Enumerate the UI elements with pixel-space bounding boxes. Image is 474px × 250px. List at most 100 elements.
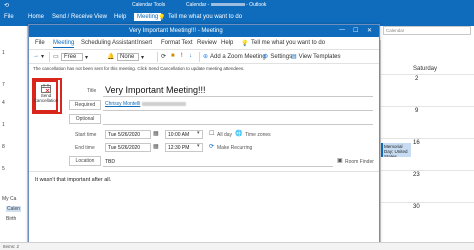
outlook-calendar-pane: Calendar Saturday 2 9 16 23 30 Memorial … <box>380 26 474 250</box>
dropdown-arrow-icon[interactable]: ▾ <box>41 53 44 60</box>
required-attendee[interactable]: Chrissy Montelli <box>105 101 187 107</box>
meeting-tabs: File Meeting Scheduling Assistant Insert… <box>29 37 379 50</box>
all-day-checkbox[interactable]: ☐ <box>209 130 214 137</box>
recurring-icon[interactable]: ⟳ <box>161 53 166 60</box>
toolbar-divider <box>49 52 50 62</box>
lightbulb-icon: 💡 <box>158 15 166 21</box>
day-number[interactable]: 9 <box>415 108 418 114</box>
calendar-picker-icon[interactable]: ▦ <box>153 143 159 150</box>
toolbar-divider <box>199 52 200 62</box>
calendar-tools-label: Calendar Tools <box>132 2 166 8</box>
outlook-status-bar: Items: 2 <box>0 242 474 250</box>
day-number[interactable]: 23 <box>413 172 420 178</box>
close-icon[interactable]: ✕ <box>367 27 372 34</box>
meeting-toolbar: → ▾ ▭ Free ▾ 🔔 None ▾ ⟳ ■ ! ↓ ⊕ Add a Zoom … <box>29 50 379 64</box>
settings-button[interactable]: ⚙ Settings <box>263 53 292 61</box>
subject-input[interactable]: Very Important Meeting!!! <box>105 85 206 95</box>
maximize-icon[interactable]: ☐ <box>353 27 358 34</box>
meeting-window: Very Important Meeting!!! - Meeting — ☐ … <box>28 24 380 250</box>
meeting-titlebar: Very Important Meeting!!! - Meeting — ☐ … <box>29 25 379 37</box>
tab-help[interactable]: Help <box>221 40 233 46</box>
show-as-select[interactable]: Free ▾ <box>61 53 88 61</box>
required-underline <box>103 110 373 111</box>
reminder-select[interactable]: None ▾ <box>117 53 144 61</box>
tab-send-receive[interactable]: Send / Receive <box>52 14 93 20</box>
required-button[interactable]: Required <box>69 100 101 110</box>
tab-format-text[interactable]: Format Text <box>161 40 193 46</box>
end-time-label: End time <box>75 145 95 151</box>
importance-icon[interactable]: ! <box>181 53 183 59</box>
optional-underline[interactable] <box>103 124 373 125</box>
zoom-icon: ⊕ <box>203 54 209 60</box>
room-finder-label[interactable]: Room Finder <box>345 159 374 165</box>
templates-icon: ▤ <box>291 54 297 60</box>
grid-line <box>381 106 474 107</box>
lightbulb-icon: 💡 <box>241 41 249 47</box>
tab-scheduling-assistant[interactable]: Scheduling Assistant <box>81 40 136 46</box>
gear-icon: ⚙ <box>263 54 269 60</box>
tab-insert[interactable]: Insert <box>137 40 152 46</box>
grid-line <box>381 170 474 171</box>
redacted-email <box>142 101 187 106</box>
tab-review[interactable]: Review <box>197 40 217 46</box>
title-label: Title <box>87 88 97 94</box>
tab-file[interactable]: File <box>35 40 45 46</box>
meeting-body-text[interactable]: It wasn't that important after all. <box>35 177 111 183</box>
body-divider <box>29 171 379 172</box>
my-calendars-label[interactable]: My Ca <box>2 196 16 202</box>
day-number[interactable]: 30 <box>413 204 420 210</box>
tab-home[interactable]: Home <box>28 14 44 20</box>
low-importance-icon[interactable]: ↓ <box>189 53 192 59</box>
autosave-icon[interactable]: ⟲ <box>4 2 9 9</box>
mini-cal-number[interactable]: 7 <box>2 82 5 88</box>
red-highlight-box <box>32 78 62 114</box>
optional-button[interactable]: Optional <box>69 114 101 124</box>
mini-cal-number[interactable]: 5 <box>2 166 5 172</box>
memorial-day-event[interactable]: Memorial Day; United States <box>381 143 411 157</box>
subject-underline <box>103 96 373 97</box>
all-day-label: All day <box>217 132 233 138</box>
end-date-field[interactable]: Tue 5/26/2020 <box>105 143 151 152</box>
chevron-down-icon[interactable]: ▾ <box>197 130 200 136</box>
view-templates-button[interactable]: ▤ View Templates <box>291 53 340 61</box>
chevron-down-icon[interactable]: ▾ <box>197 143 200 149</box>
location-button[interactable]: Location <box>69 156 101 166</box>
tab-meeting[interactable]: Meeting <box>53 40 75 48</box>
mini-cal-number[interactable]: 4 <box>2 100 5 106</box>
start-time-label: Start time <box>75 132 97 138</box>
tab-view[interactable]: View <box>94 14 107 20</box>
mini-cal-number[interactable]: 8 <box>2 144 5 150</box>
make-recurring-label[interactable]: Make Recurring <box>217 145 252 151</box>
location-underline <box>103 166 333 167</box>
tab-help[interactable]: Help <box>114 14 126 20</box>
room-finder-icon[interactable]: ▣ <box>337 157 343 164</box>
birthdays-checkbox-label[interactable]: Birth <box>6 216 16 222</box>
meeting-window-title: Very Important Meeting!!! - Meeting <box>129 28 223 34</box>
more-options-icon[interactable]: ··· <box>335 53 341 59</box>
globe-icon[interactable]: 🌐 <box>235 130 242 137</box>
time-zones-label[interactable]: Time zones <box>245 132 271 138</box>
send-arrow-icon[interactable]: → <box>33 53 39 59</box>
outlook-titlebar: ⟲ Calendar Tools Calendar - - Outlook <box>0 0 474 10</box>
day-number[interactable]: 16 <box>413 140 420 146</box>
add-zoom-meeting-button[interactable]: ⊕ Add a Zoom Meeting <box>203 53 266 61</box>
location-input[interactable]: TBD <box>105 159 115 165</box>
calendar-picker-icon[interactable]: ▦ <box>153 130 159 137</box>
calendar-search-box[interactable]: Calendar <box>383 26 471 35</box>
cancellation-info-bar: The cancellation has not been sent for t… <box>29 64 379 73</box>
mini-cal-number[interactable]: 1 <box>2 122 5 128</box>
saturday-header: Saturday <box>413 66 438 72</box>
grid-line <box>381 138 474 139</box>
start-date-field[interactable]: Tue 5/26/2020 <box>105 130 151 139</box>
minimize-icon[interactable]: — <box>339 27 345 33</box>
day-number[interactable]: 2 <box>415 76 418 82</box>
calendar-checkbox-label[interactable]: Calen <box>6 206 22 212</box>
recurring-icon[interactable]: ⟳ <box>209 143 214 150</box>
tab-file[interactable]: File <box>4 14 14 20</box>
toolbar-divider <box>157 52 158 62</box>
mini-cal-number[interactable]: 1 <box>2 50 5 56</box>
tell-me-input[interactable]: Tell me what you want to do <box>251 40 325 46</box>
categorize-icon[interactable]: ■ <box>171 53 175 59</box>
outlook-tell-me[interactable]: Tell me what you want to do <box>168 14 242 20</box>
grid-line <box>381 74 474 75</box>
